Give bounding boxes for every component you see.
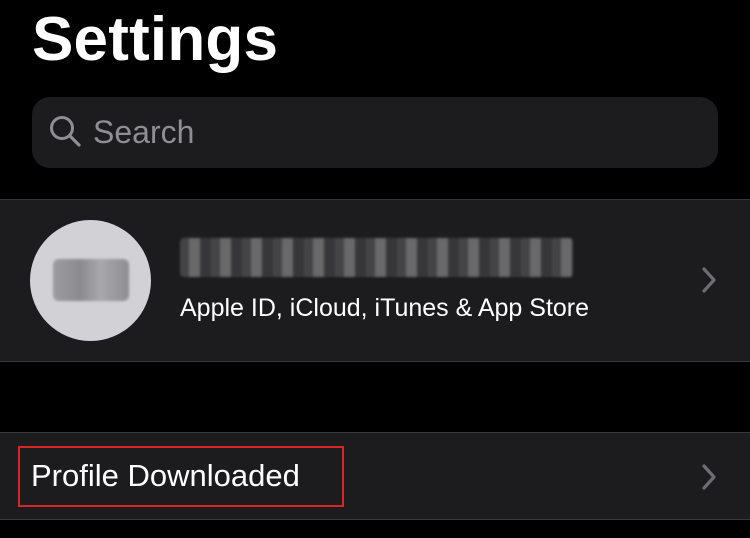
profile-downloaded-label: Profile Downloaded: [31, 458, 300, 493]
apple-id-account-row[interactable]: Apple ID, iCloud, iTunes & App Store: [0, 199, 750, 362]
chevron-right-icon: [702, 464, 716, 490]
page-title: Settings: [32, 5, 279, 74]
account-name-redacted: [180, 238, 573, 277]
profile-downloaded-row[interactable]: Profile Downloaded: [0, 432, 750, 520]
avatar: [30, 220, 151, 341]
chevron-right-icon: [702, 267, 716, 293]
search-placeholder: Search: [93, 114, 195, 150]
account-subtitle: Apple ID, iCloud, iTunes & App Store: [180, 294, 590, 322]
search-field[interactable]: Search: [32, 97, 718, 168]
avatar-blurred-content: [53, 259, 129, 301]
search-icon: [50, 116, 81, 147]
settings-screen: Settings Search Apple ID, iCloud, iTunes…: [0, 0, 750, 538]
